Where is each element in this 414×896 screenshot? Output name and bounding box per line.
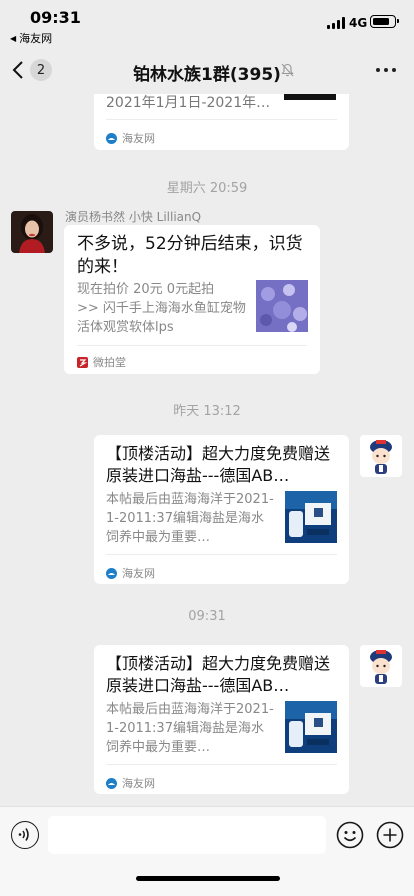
home-indicator[interactable] [136, 876, 280, 881]
link-card[interactable]: 2021年1月1日-2021年… 海友网 [94, 94, 349, 150]
card-thumbnail [284, 94, 336, 100]
status-time: 09:31 [30, 8, 81, 27]
auction-card[interactable]: 不多说，52分钟后结束，识货的来！ 现在拍价 20元 0元起拍 >> 闪千手上海… [64, 225, 320, 374]
card-title: 不多说，52分钟后结束，识货的来！ [77, 234, 303, 277]
signal-icon [327, 17, 345, 29]
card-source: 海友网 [106, 130, 155, 146]
card-thumbnail [285, 491, 337, 543]
card-title: 【顶楼活动】超大力度免费赠送原装进口海盐---德国AB… [106, 444, 331, 485]
chat-title: 铂林水族1群(395) [133, 65, 281, 85]
card-source: 海友网 [106, 565, 155, 581]
message-timestamp: 昨天 13:12 [173, 404, 241, 419]
back-arrow-icon: ◀ [10, 33, 17, 43]
avatar[interactable] [360, 435, 402, 477]
card-thumbnail [256, 280, 308, 332]
more-icon[interactable] [376, 68, 396, 72]
weipaitang-logo-icon [77, 356, 88, 368]
card-description: 2021年1月1日-2021年… [106, 95, 271, 111]
avatar[interactable] [360, 645, 402, 687]
battery-icon [370, 15, 399, 28]
network-type: 4G [349, 16, 368, 30]
plus-icon[interactable] [376, 821, 404, 849]
card-title: 【顶楼活动】超大力度免费赠送原装进口海盐---德国AB… [106, 654, 331, 695]
haiyou-logo-icon [106, 567, 117, 579]
card-source-label: 海友网 [122, 132, 155, 145]
card-source-label: 海友网 [122, 567, 155, 580]
back-to-app-link[interactable]: ◀ 海友网 [10, 30, 52, 46]
card-source: 海友网 [106, 775, 155, 791]
haiyou-logo-icon [106, 132, 117, 144]
card-description: 本帖最后由蓝海海洋于2021-1-2011:37编辑海盐是海水饲养中最为重要… [106, 702, 274, 755]
input-bar [0, 806, 414, 896]
back-app-label: 海友网 [19, 32, 53, 45]
card-thumbnail [285, 701, 337, 753]
nav-bar: 2 铂林水族1群(395) [0, 46, 414, 94]
message-timestamp: 09:31 [188, 609, 226, 624]
card-source-label: 微拍堂 [93, 356, 126, 369]
mute-bell-icon [281, 63, 294, 77]
voice-icon[interactable] [11, 821, 39, 849]
avatar[interactable] [11, 211, 53, 253]
card-source-label: 海友网 [122, 777, 155, 790]
card-description: 现在拍价 20元 0元起拍 >> 闪千手上海海水鱼缸宠物活体观赏软体lps [77, 282, 246, 335]
link-card[interactable]: 【顶楼活动】超大力度免费赠送原装进口海盐---德国AB… 本帖最后由蓝海海洋于2… [94, 645, 349, 794]
link-card[interactable]: 【顶楼活动】超大力度免费赠送原装进口海盐---德国AB… 本帖最后由蓝海海洋于2… [94, 435, 349, 584]
status-bar: 09:31 ◀ 海友网 4G [0, 0, 414, 46]
card-description: 本帖最后由蓝海海洋于2021-1-2011:37编辑海盐是海水饲养中最为重要… [106, 492, 274, 545]
sender-name: 演员杨书然 小快 LillianQ [65, 210, 202, 224]
haiyou-logo-icon [106, 777, 117, 789]
card-source: 微拍堂 [77, 354, 126, 370]
message-timestamp: 星期六 20:59 [166, 181, 248, 196]
emoji-icon[interactable] [336, 821, 364, 849]
message-input[interactable] [48, 816, 326, 854]
message-list[interactable]: 2021年1月1日-2021年… 海友网 星期六 20:59 演员杨书然 小快 … [0, 94, 414, 806]
